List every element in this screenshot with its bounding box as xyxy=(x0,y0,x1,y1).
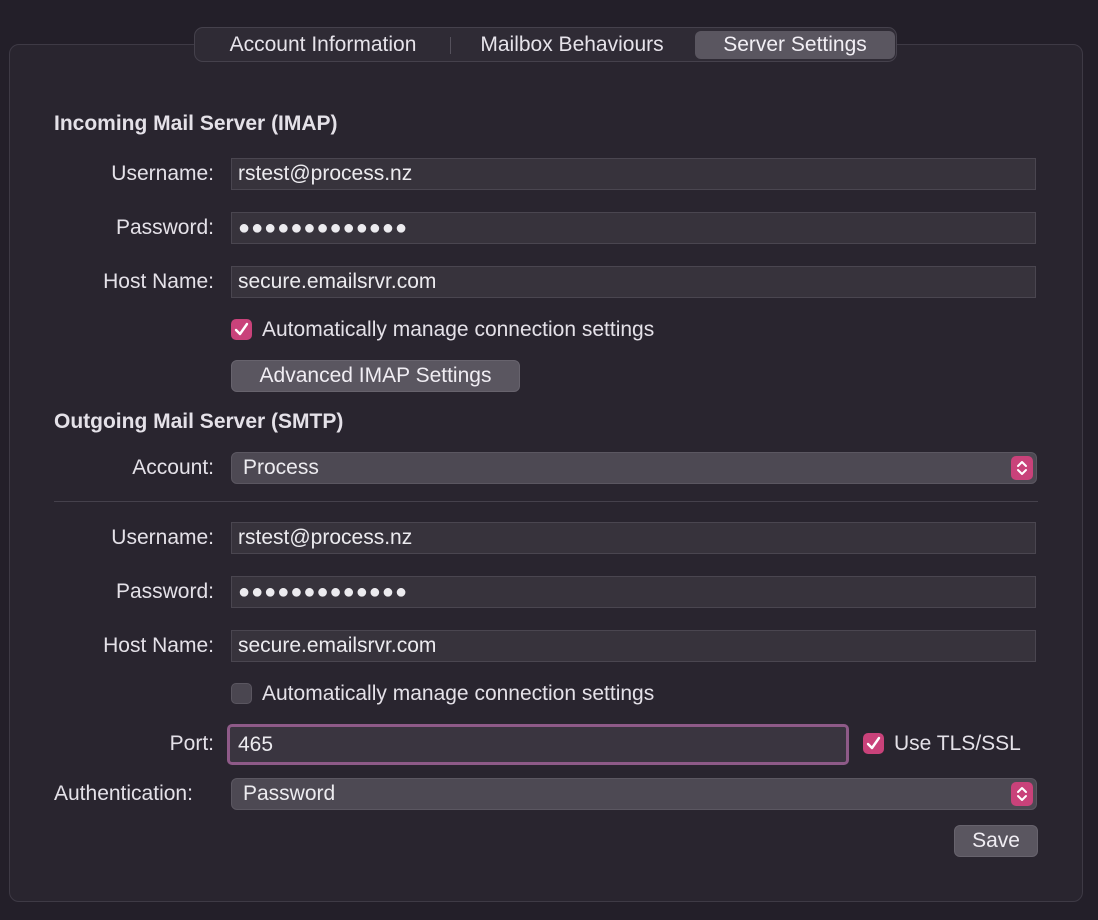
outgoing-hostname-label: Host Name: xyxy=(103,634,214,657)
outgoing-password-field[interactable]: ●●●●●●●●●●●●● xyxy=(231,576,1036,608)
incoming-hostname-label: Host Name: xyxy=(103,270,214,293)
section-divider xyxy=(54,501,1038,502)
port-field[interactable]: 465 xyxy=(227,724,849,765)
tab-account-information[interactable]: Account Information xyxy=(203,31,443,59)
advanced-imap-settings-button[interactable]: Advanced IMAP Settings xyxy=(231,360,520,392)
incoming-hostname-field[interactable]: secure.emailsrvr.com xyxy=(231,266,1036,298)
tab-server-settings[interactable]: Server Settings xyxy=(695,31,895,59)
tab-mailbox-behaviours[interactable]: Mailbox Behaviours xyxy=(458,31,686,59)
outgoing-auto-manage-checkbox[interactable] xyxy=(231,683,252,704)
incoming-username-label: Username: xyxy=(111,162,214,185)
incoming-section-title: Incoming Mail Server (IMAP) xyxy=(54,112,338,135)
incoming-username-field[interactable]: rstest@process.nz xyxy=(231,158,1036,190)
tls-ssl-label: Use TLS/SSL xyxy=(894,732,1021,755)
account-popup[interactable]: Process xyxy=(231,452,1037,484)
tab-separator xyxy=(450,37,451,54)
account-popup-value: Process xyxy=(243,456,319,479)
outgoing-hostname-field[interactable]: secure.emailsrvr.com xyxy=(231,630,1036,662)
authentication-popup[interactable]: Password xyxy=(231,778,1037,810)
chevron-updown-icon xyxy=(1011,782,1033,806)
incoming-auto-manage-label: Automatically manage connection settings xyxy=(262,318,655,341)
incoming-password-label: Password: xyxy=(115,216,214,239)
authentication-popup-value: Password xyxy=(243,782,336,805)
authentication-label: Authentication: xyxy=(54,782,193,805)
tls-ssl-checkbox[interactable] xyxy=(863,733,884,754)
tab-bar: Account Information Mailbox Behaviours S… xyxy=(194,27,897,62)
checkmark-icon xyxy=(234,322,249,336)
outgoing-username-label: Username: xyxy=(111,526,214,549)
chevron-updown-icon xyxy=(1011,456,1033,480)
port-label: Port: xyxy=(169,732,214,755)
account-label: Account: xyxy=(132,456,214,479)
outgoing-section-title: Outgoing Mail Server (SMTP) xyxy=(54,410,344,433)
incoming-password-field[interactable]: ●●●●●●●●●●●●● xyxy=(231,212,1036,244)
outgoing-auto-manage-label: Automatically manage connection settings xyxy=(262,682,655,705)
save-button[interactable]: Save xyxy=(954,825,1038,857)
outgoing-username-field[interactable]: rstest@process.nz xyxy=(231,522,1036,554)
outgoing-password-label: Password: xyxy=(115,580,214,603)
checkmark-icon xyxy=(866,736,881,750)
incoming-auto-manage-checkbox[interactable] xyxy=(231,319,252,340)
